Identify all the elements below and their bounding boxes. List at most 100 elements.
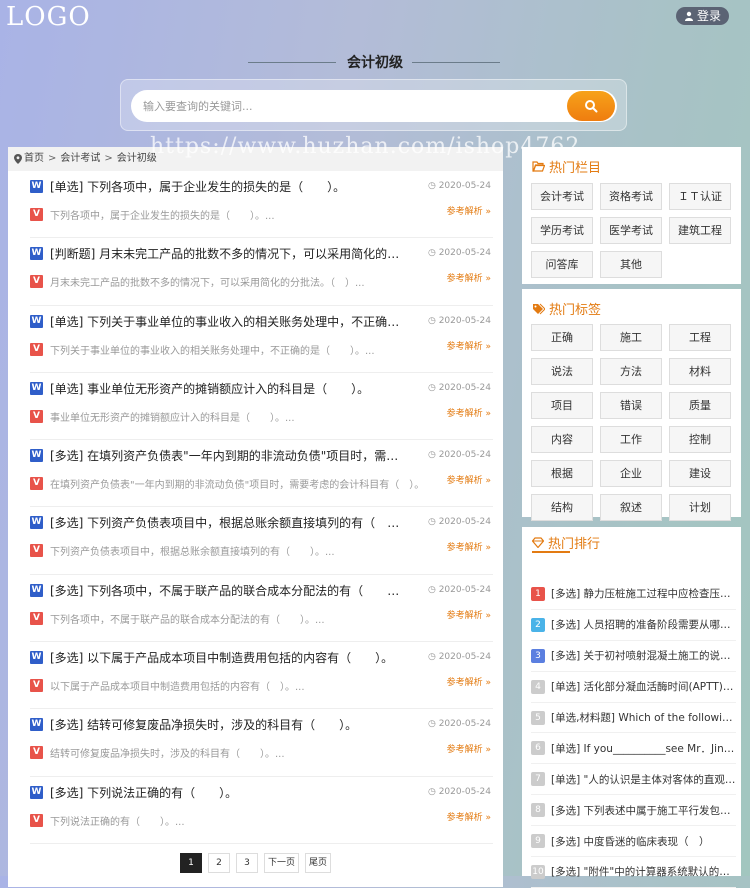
- question-list: W [单选] 下列各项中，属于企业发生的损失的是（ ）。 ◷ 2020-05-24 V…: [8, 171, 503, 844]
- page-button[interactable]: 1: [179, 853, 202, 873]
- question-title[interactable]: [多选] 以下属于产品成本项目中制造费用包括的内容有（ ）。: [50, 649, 405, 666]
- rank-title[interactable]: [多选] 人员招聘的准备阶段需要从哪些方面着手…: [551, 617, 736, 632]
- hot-tag-link[interactable]: 内容: [531, 426, 593, 453]
- hot-tag-link[interactable]: 项目: [531, 392, 593, 419]
- question-item[interactable]: W [多选] 下列说法正确的有（ ）。 ◷ 2020-05-24 V 下列说法正确的有（…: [30, 777, 493, 844]
- answer-link[interactable]: 参考解析 »: [447, 473, 491, 486]
- question-item[interactable]: W [单选] 下列关于事业单位的事业收入的相关账务处理中，不正确的是（ ）。 ◷ 2…: [30, 306, 493, 373]
- rank-item[interactable]: 9 [多选] 中度昏迷的临床表现（ ）: [531, 826, 736, 858]
- answer-link[interactable]: 参考解析 »: [447, 742, 491, 755]
- rank-title[interactable]: [多选] 关于初衬喷射混凝土施工的说法…: [551, 648, 736, 663]
- hot-tag-link[interactable]: 控制: [669, 426, 731, 453]
- rank-title[interactable]: [单选] "人的认识是主体对客体的直观反映"…: [551, 772, 736, 787]
- clock-icon: ◷: [427, 786, 436, 797]
- answer-link[interactable]: 参考解析 »: [447, 810, 491, 823]
- rank-item[interactable]: 8 [多选] 下列表述中属于施工平行发包模式…: [531, 795, 736, 827]
- word-doc-icon: W: [30, 785, 43, 799]
- search-button[interactable]: [567, 91, 615, 121]
- word-doc-icon: W: [30, 180, 43, 193]
- question-title[interactable]: [单选] 事业单位无形资产的摊销额应计入的科目是（ ）。: [50, 380, 405, 397]
- question-title[interactable]: [多选] 在填列资产负债表"一年内到期的非流动负债"项目时，需要考虑的会计科目有…: [50, 447, 405, 464]
- hot-column-link[interactable]: 会计考试: [531, 183, 593, 210]
- answer-link[interactable]: 参考解析 »: [447, 271, 491, 284]
- rank-item[interactable]: 10 [多选] "附件"中的计算器系统默认的是…: [531, 857, 736, 888]
- question-item[interactable]: W [多选] 下列资产负债表项目中，根据总账余额直接填列的有（ ）。 ◷ 2020-…: [30, 507, 493, 575]
- rank-title[interactable]: [单选] 活化部分凝血活酶时间(APTT)…: [551, 679, 733, 694]
- hot-column-link[interactable]: 其他: [600, 251, 662, 278]
- rank-item[interactable]: 4 [单选] 活化部分凝血活酶时间(APTT)…: [531, 672, 736, 703]
- hot-tag-link[interactable]: 材料: [669, 358, 731, 385]
- hot-tag-link[interactable]: 方法: [600, 358, 662, 385]
- hot-tag-link[interactable]: 正确: [531, 324, 593, 351]
- rank-item[interactable]: 3 [多选] 关于初衬喷射混凝土施工的说法…: [531, 641, 736, 672]
- question-item[interactable]: W [多选] 结转可修复废品净损失时，涉及的科目有（ ）。 ◷ 2020-05-24…: [30, 709, 493, 777]
- rank-item[interactable]: 7 [单选] "人的认识是主体对客体的直观反映"…: [531, 764, 736, 796]
- answer-link[interactable]: 参考解析 »: [447, 675, 491, 688]
- hot-column-link[interactable]: 问答库: [531, 251, 593, 278]
- search-input[interactable]: [131, 90, 617, 122]
- answer-link[interactable]: 参考解析 »: [447, 540, 491, 553]
- hot-tag-link[interactable]: 质量: [669, 392, 731, 419]
- question-title[interactable]: [单选] 下列各项中，属于企业发生的损失的是（ ）。: [50, 178, 405, 195]
- hot-tag-link[interactable]: 说法: [531, 358, 593, 385]
- question-date: ◷ 2020-05-24: [428, 316, 491, 326]
- rank-title[interactable]: [多选] 下列表述中属于施工平行发包模式…: [551, 803, 736, 818]
- question-summary: 月末未完工产品的批数不多的情况下，可以采用简化的分批法。（ ）...: [50, 278, 365, 290]
- hot-tag-link[interactable]: 施工: [600, 324, 662, 351]
- question-title[interactable]: [多选] 下列资产负债表项目中，根据总账余额直接填列的有（ ）。: [50, 514, 405, 531]
- hot-tag-link[interactable]: 叙述: [600, 494, 662, 521]
- answer-link[interactable]: 参考解析 »: [447, 204, 491, 217]
- rank-item[interactable]: 1 [多选] 静力压桩施工过程中应检查压力、桩垂直度…: [531, 579, 736, 610]
- question-title[interactable]: [多选] 结转可修复废品净损失时，涉及的科目有（ ）。: [50, 716, 405, 733]
- question-title[interactable]: [多选] 下列说法正确的有（ ）。: [50, 784, 405, 801]
- question-date: ◷ 2020-05-24: [428, 787, 491, 797]
- question-summary: 结转可修复废品净损失时，涉及的科目有（ ）。...: [50, 749, 285, 761]
- rank-title[interactable]: [单选] If you__________see Mr．Jingle…: [551, 741, 736, 756]
- question-item[interactable]: W [判断题] 月末未完工产品的批数不多的情况下，可以采用简化的分批法。 ◷ 202…: [30, 238, 493, 306]
- page-button[interactable]: 3: [235, 853, 258, 873]
- hot-column-link[interactable]: 学历考试: [531, 217, 593, 244]
- hot-tag-link[interactable]: 企业: [600, 460, 662, 487]
- rank-item[interactable]: 5 [单选,材料题] Which of the following…: [531, 703, 736, 734]
- hot-tag-link[interactable]: 根据: [531, 460, 593, 487]
- hot-column-link[interactable]: 建筑工程: [669, 217, 731, 244]
- rank-title[interactable]: [多选] "附件"中的计算器系统默认的是…: [551, 864, 736, 879]
- rank-title[interactable]: [多选] 中度昏迷的临床表现（ ）: [551, 834, 710, 849]
- site-logo[interactable]: LOGO: [6, 2, 91, 32]
- answer-link[interactable]: 参考解析 »: [447, 406, 491, 419]
- question-item[interactable]: W [多选] 以下属于产品成本项目中制造费用包括的内容有（ ）。 ◷ 2020-05…: [30, 642, 493, 710]
- question-title[interactable]: [判断题] 月末未完工产品的批数不多的情况下，可以采用简化的分批法。: [50, 245, 405, 262]
- breadcrumb-current[interactable]: 会计初级: [117, 147, 157, 171]
- page-button[interactable]: 2: [207, 853, 230, 873]
- answer-link[interactable]: 参考解析 »: [447, 339, 491, 352]
- question-date: ◷ 2020-05-24: [428, 181, 491, 191]
- rank-title[interactable]: [单选,材料题] Which of the following…: [551, 710, 736, 725]
- answer-link[interactable]: 参考解析 »: [447, 608, 491, 621]
- question-item[interactable]: W [多选] 在填列资产负债表"一年内到期的非流动负债"项目时，需要考虑的会计科目…: [30, 440, 493, 508]
- login-label: 登录: [696, 9, 721, 23]
- question-item[interactable]: W [单选] 下列各项中，属于企业发生的损失的是（ ）。 ◷ 2020-05-24 V…: [30, 171, 493, 239]
- rank-title[interactable]: [多选] 静力压桩施工过程中应检查压力、桩垂直度…: [551, 586, 736, 601]
- hot-column-link[interactable]: ＩＴ认证: [669, 183, 731, 210]
- question-item[interactable]: W [多选] 下列各项中，不属于联产品的联合成本分配法的有（ ）。 ◷ 2020-0…: [30, 575, 493, 643]
- hot-column-link[interactable]: 资格考试: [600, 183, 662, 210]
- hot-tag-link[interactable]: 结构: [531, 494, 593, 521]
- hot-tag-link[interactable]: 工程: [669, 324, 731, 351]
- hot-rank-underline: [532, 551, 570, 553]
- login-button[interactable]: 登录: [675, 7, 729, 25]
- page-button[interactable]: 下一页: [263, 853, 299, 873]
- rank-item[interactable]: 2 [多选] 人员招聘的准备阶段需要从哪些方面着手…: [531, 610, 736, 641]
- hot-tag-link[interactable]: 错误: [600, 392, 662, 419]
- hot-column-link[interactable]: 医学考试: [600, 217, 662, 244]
- question-summary: 下列各项中，不属于联产品的联合成本分配法的有（ ）。...: [50, 614, 325, 626]
- question-item[interactable]: W [单选] 事业单位无形资产的摊销额应计入的科目是（ ）。 ◷ 2020-05-2…: [30, 373, 493, 441]
- hot-tag-link[interactable]: 计划: [669, 494, 731, 521]
- question-title[interactable]: [多选] 下列各项中，不属于联产品的联合成本分配法的有（ ）。: [50, 582, 405, 599]
- rank-item[interactable]: 6 [单选] If you__________see Mr．Jingle…: [531, 733, 736, 765]
- page-button[interactable]: 尾页: [305, 853, 332, 873]
- hot-tag-link[interactable]: 建设: [669, 460, 731, 487]
- hot-tag-link[interactable]: 工作: [600, 426, 662, 453]
- breadcrumb-home[interactable]: 首页: [24, 147, 44, 171]
- breadcrumb-category[interactable]: 会计考试: [60, 147, 100, 171]
- question-title[interactable]: [单选] 下列关于事业单位的事业收入的相关账务处理中，不正确的是（ ）。: [50, 313, 405, 330]
